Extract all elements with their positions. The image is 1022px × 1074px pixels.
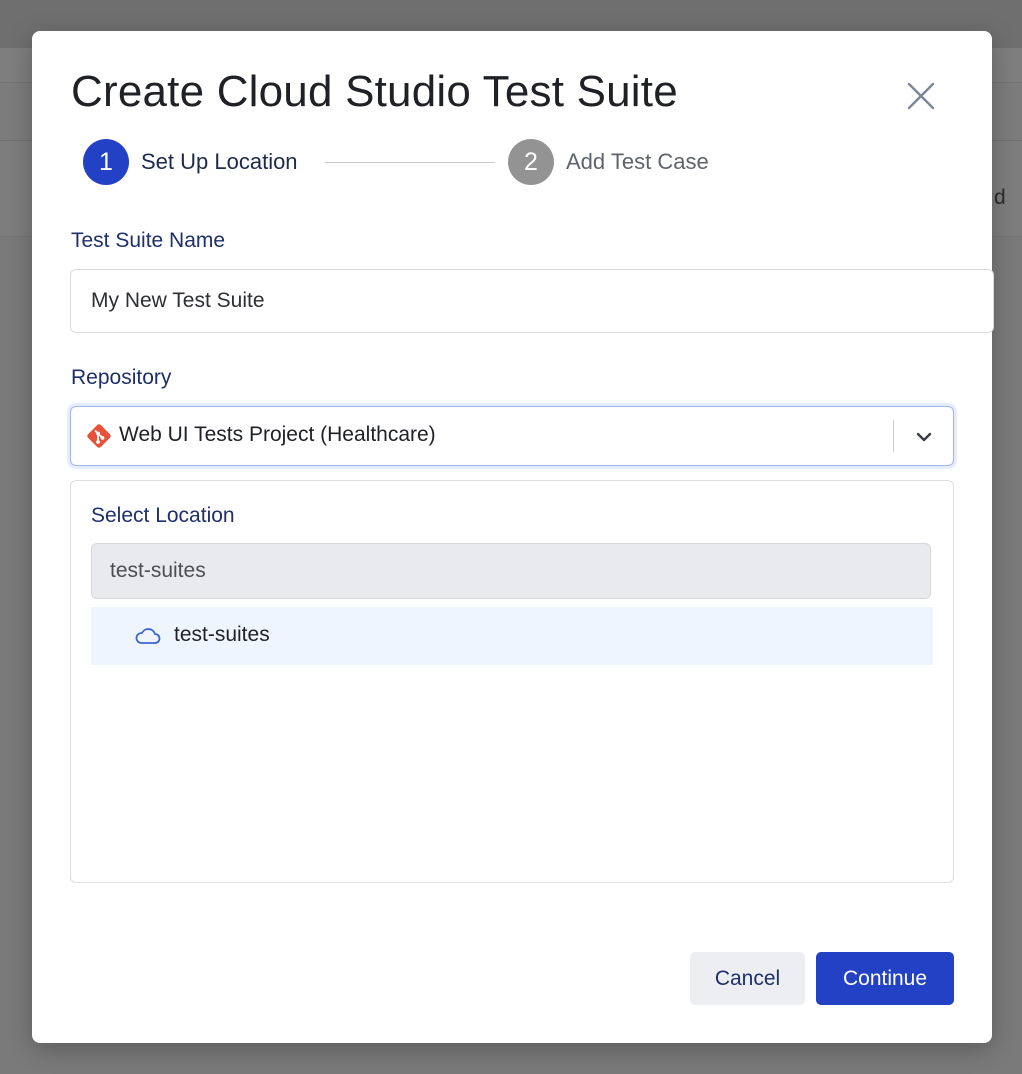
cloud-icon: [135, 628, 161, 644]
background-peek-text: d: [994, 186, 1006, 209]
location-search-input[interactable]: [91, 543, 931, 599]
git-icon: [87, 424, 111, 448]
step-1-label: Set Up Location: [141, 149, 298, 174]
test-suite-name-input[interactable]: [70, 269, 994, 333]
step-2-label: Add Test Case: [566, 149, 709, 174]
location-tree-item[interactable]: test-suites: [91, 607, 933, 665]
select-location-label: Select Location: [91, 504, 235, 527]
repository-label: Repository: [71, 366, 172, 389]
continue-button[interactable]: Continue: [816, 952, 954, 1005]
step-1-number: 1: [83, 139, 129, 185]
create-test-suite-dialog: Create Cloud Studio Test Suite 1 Set Up …: [32, 31, 994, 1043]
close-icon[interactable]: [904, 79, 938, 113]
select-divider: [893, 420, 894, 452]
cancel-button[interactable]: Cancel: [690, 952, 805, 1005]
step-2-number: 2: [508, 139, 554, 185]
repository-select-value: Web UI Tests Project (Healthcare): [119, 423, 436, 446]
chevron-down-icon[interactable]: [913, 426, 935, 448]
location-panel: Select Location test-suites: [70, 480, 954, 883]
step-connector: [325, 162, 495, 163]
dialog-title: Create Cloud Studio Test Suite: [71, 67, 678, 116]
location-tree-item-label: test-suites: [174, 623, 270, 646]
repository-select[interactable]: Web UI Tests Project (Healthcare): [70, 406, 954, 466]
test-suite-name-label: Test Suite Name: [71, 229, 226, 252]
